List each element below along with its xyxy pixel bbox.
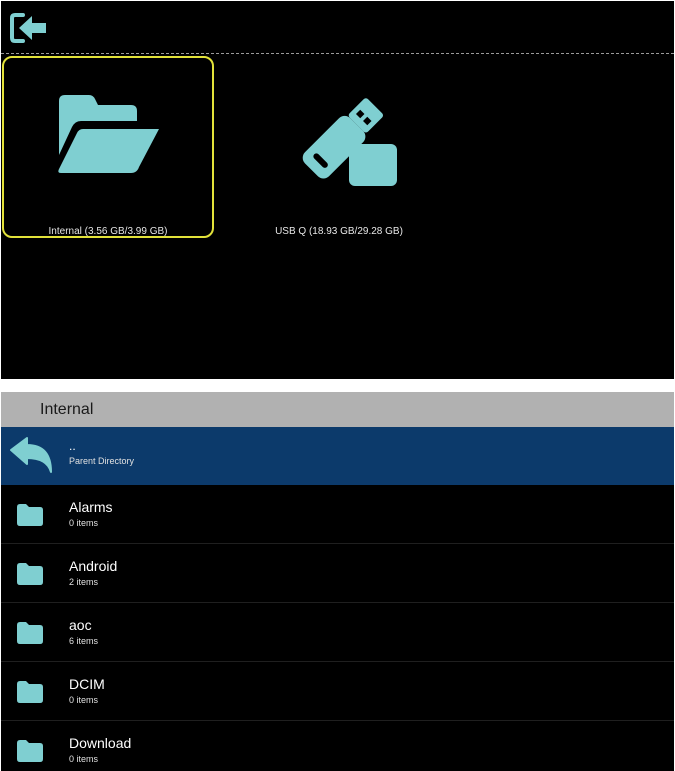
parent-directory-row[interactable]: .. Parent Directory: [1, 427, 674, 485]
row-name: Download: [69, 735, 132, 751]
row-subtitle: Parent Directory: [69, 456, 135, 466]
row-name: aoc: [69, 617, 92, 633]
row-count: 2 items: [69, 577, 99, 587]
storage-tile-usb[interactable]: USB Q (18.93 GB/29.28 GB): [233, 56, 445, 238]
list-item[interactable]: DCIM 0 items: [1, 663, 674, 721]
folder-icon: [15, 618, 45, 648]
storage-label: Internal (3.56 GB/3.99 GB): [48, 226, 168, 237]
browser-header: Internal: [1, 392, 674, 427]
storage-tile-internal[interactable]: Internal (3.56 GB/3.99 GB): [2, 56, 214, 238]
browser-title: Internal: [40, 401, 94, 418]
row-count: 0 items: [69, 754, 99, 764]
divider: [1, 53, 674, 54]
exit-icon: [10, 13, 46, 43]
row-name: ..: [69, 439, 76, 453]
folder-icon: [15, 677, 45, 707]
list-item[interactable]: Android 2 items: [1, 545, 674, 603]
row-count: 0 items: [69, 518, 99, 528]
exit-button[interactable]: [9, 11, 49, 45]
storage-panel: Internal (3.56 GB/3.99 GB) USB Q (18.93 …: [1, 1, 674, 379]
row-count: 6 items: [69, 636, 99, 646]
row-name: Android: [69, 558, 118, 574]
folder-icon: [15, 500, 45, 530]
usb-drive-icon: [235, 88, 443, 188]
folder-open-icon: [4, 88, 212, 188]
list-item[interactable]: Alarms 0 items: [1, 486, 674, 544]
back-arrow-icon: [9, 436, 53, 476]
folder-icon: [15, 559, 45, 589]
row-name: Alarms: [69, 499, 113, 515]
file-browser: Internal .. Parent Directory Alarms 0 it…: [1, 392, 674, 771]
row-name: DCIM: [69, 676, 105, 692]
list-item[interactable]: aoc 6 items: [1, 604, 674, 662]
row-count: 0 items: [69, 695, 99, 705]
list-item[interactable]: Download 0 items: [1, 722, 674, 771]
storage-label: USB Q (18.93 GB/29.28 GB): [275, 226, 403, 237]
folder-icon: [15, 736, 45, 766]
